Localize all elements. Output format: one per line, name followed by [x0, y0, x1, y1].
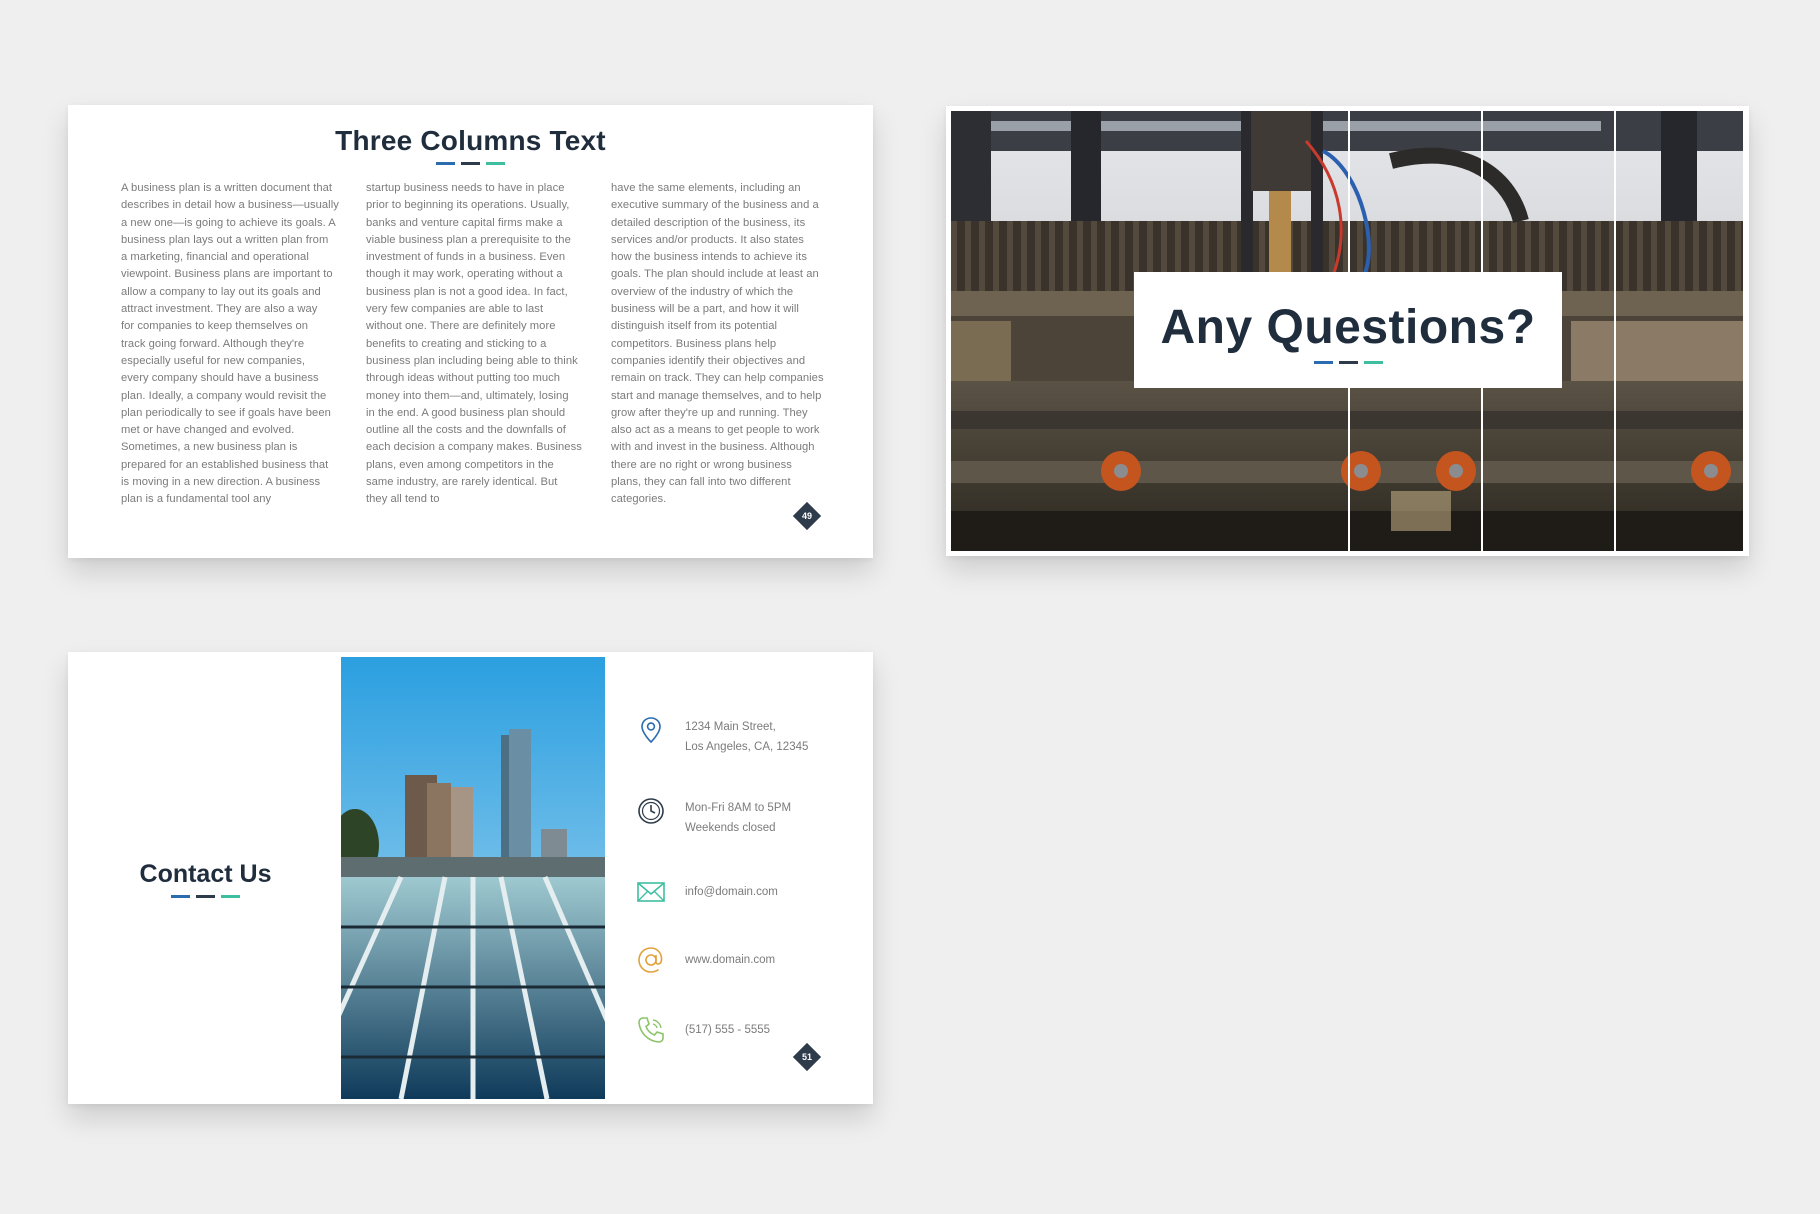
- text-line: detailed description of the business, it…: [611, 216, 806, 229]
- question-title-box: Any Questions?: [1134, 272, 1562, 388]
- text-line: money into them—and, ultimately, losing: [366, 389, 569, 402]
- slide-contact-us: Contact Us 1234 Main Street, Los Angeles…: [68, 652, 873, 1104]
- text-line: plan periodically to see if goals have b…: [121, 406, 331, 419]
- map-pin-icon: [641, 717, 661, 744]
- text-line: grow after they're up and running. They: [611, 406, 808, 419]
- text-line: competitors. Business plans help: [611, 337, 777, 350]
- photo-panel: [1616, 111, 1743, 551]
- text-line: business plan including being able to th…: [366, 354, 578, 367]
- city-buildings-photo: [341, 657, 605, 1099]
- text-line: start and manage themselves, and to help: [611, 389, 822, 402]
- text-line: Sometimes, a new business plan is: [121, 441, 298, 454]
- text-line: plans, they can fall into two different: [611, 476, 791, 489]
- text-line: goals. The plan should include at least …: [611, 268, 819, 281]
- text-line: startup business needs to have in place: [366, 182, 565, 194]
- text-line: banks and venture capital firms make a: [366, 216, 563, 229]
- slide-title: Three Columns Text: [335, 125, 606, 156]
- text-line: without one. There are definitely more: [366, 320, 556, 333]
- clock-icon: [638, 798, 664, 824]
- page-number: 51: [801, 1052, 812, 1062]
- text-line: allow a company to lay out its goals and: [121, 285, 321, 298]
- text-line: track going forward. Although they're: [121, 337, 305, 350]
- text-line: especially useful for new companies,: [121, 354, 306, 367]
- text-line: prepared for an established business tha…: [121, 458, 329, 471]
- text-line: through ideas without putting too much: [366, 372, 561, 385]
- text-line: companies identify their objectives and: [611, 354, 806, 367]
- mail-icon: [637, 882, 665, 902]
- text-line: outline all the costs and the downfalls …: [366, 424, 566, 437]
- text-line: though it may work, operating without a: [366, 268, 563, 281]
- email-text[interactable]: info@domain.com: [685, 882, 873, 902]
- hours-text: Mon-Fri 8AM to 5PM Weekends closed: [685, 798, 873, 838]
- text-line: distinguish itself from its potential: [611, 320, 778, 333]
- text-line: plan. Ideally, a company would revisit t…: [121, 389, 327, 402]
- address-line-1: 1234 Main Street,: [685, 721, 776, 733]
- text-line: with and invest in the business. Althoug…: [611, 441, 815, 454]
- text-column-3: have the same elements, including an exec…: [611, 180, 824, 509]
- text-line: remain on track. They can help companies: [611, 372, 824, 385]
- text-line: executive summary of the business and a: [611, 199, 819, 212]
- phone-text[interactable]: (517) 555 - 5555: [685, 1020, 873, 1040]
- text-line: same industry, are rarely identical. But: [366, 476, 558, 489]
- text-line: attract investment. They are also a way: [121, 303, 318, 316]
- text-line: have the same elements, including an: [611, 182, 801, 194]
- text-line: how the business intends to achieve its: [611, 251, 807, 264]
- text-line: met or have changed and evolved.: [121, 424, 295, 437]
- title-accent-divider: [1134, 361, 1562, 364]
- text-line: for companies to keep themselves on: [121, 320, 309, 333]
- text-line: A business plan is a written document th…: [121, 182, 333, 194]
- text-line: viewpoint. Business plans are important …: [121, 268, 333, 281]
- text-line: prior to beginning its operations. Usual…: [366, 199, 570, 212]
- text-line: a new one—is going to achieve its goals.…: [121, 216, 336, 229]
- hours-line-2: Weekends closed: [685, 822, 776, 834]
- title-accent-divider: [68, 162, 873, 165]
- slide-title: Any Questions?: [1160, 301, 1536, 354]
- phone-icon: [638, 1017, 664, 1043]
- website-text[interactable]: www.domain.com: [685, 950, 873, 970]
- slide-any-questions: Any Questions?: [946, 106, 1749, 556]
- text-line: plans, even among competitors in the: [366, 458, 554, 471]
- text-line: benefits to creating and sticking to a: [366, 337, 547, 350]
- text-line: business plan is not a good idea. In fac…: [366, 285, 568, 298]
- title-accent-divider: [68, 895, 343, 898]
- text-line: services and/or products. It also states: [611, 233, 804, 246]
- text-line: very few companies are able to last: [366, 303, 544, 316]
- text-line: business will be a part, and how it will: [611, 303, 799, 316]
- text-line: also act as a means to get people to wor…: [611, 424, 820, 437]
- page-number: 49: [801, 511, 812, 521]
- text-line: a marketing, financial and operational: [121, 251, 309, 264]
- slide-title: Contact Us: [139, 860, 272, 888]
- text-column-1: A business plan is a written document th…: [121, 180, 339, 509]
- text-line: there are no right or wrong business: [611, 458, 792, 471]
- text-line: viable business plan a prerequisite to t…: [366, 233, 571, 246]
- text-line: investment of funds in a business. Even: [366, 251, 566, 264]
- text-line: each decision a company makes. Business: [366, 441, 582, 454]
- text-line: in the end. A good business plan should: [366, 406, 566, 419]
- slide-three-columns: Three Columns Text A business plan is a …: [68, 105, 873, 558]
- text-line: plan is a fundamental tool any: [121, 493, 272, 506]
- text-line: overview of the industry of which the: [611, 285, 794, 298]
- text-line: every company should have a business: [121, 372, 319, 385]
- text-column-2: startup business needs to have in place p…: [366, 180, 582, 509]
- at-icon: [638, 947, 663, 973]
- address-line-2: Los Angeles, CA, 12345: [685, 741, 809, 753]
- hours-line-1: Mon-Fri 8AM to 5PM: [685, 802, 792, 814]
- text-line: describes in detail how a business—usual…: [121, 199, 339, 212]
- address-text: 1234 Main Street, Los Angeles, CA, 12345: [685, 717, 873, 757]
- text-line: is moving in a new direction. A business: [121, 476, 321, 489]
- machine-photo: [1616, 111, 1743, 551]
- text-line: they all tend to: [366, 493, 440, 506]
- text-line: business plan lays out a written plan fr…: [121, 233, 329, 246]
